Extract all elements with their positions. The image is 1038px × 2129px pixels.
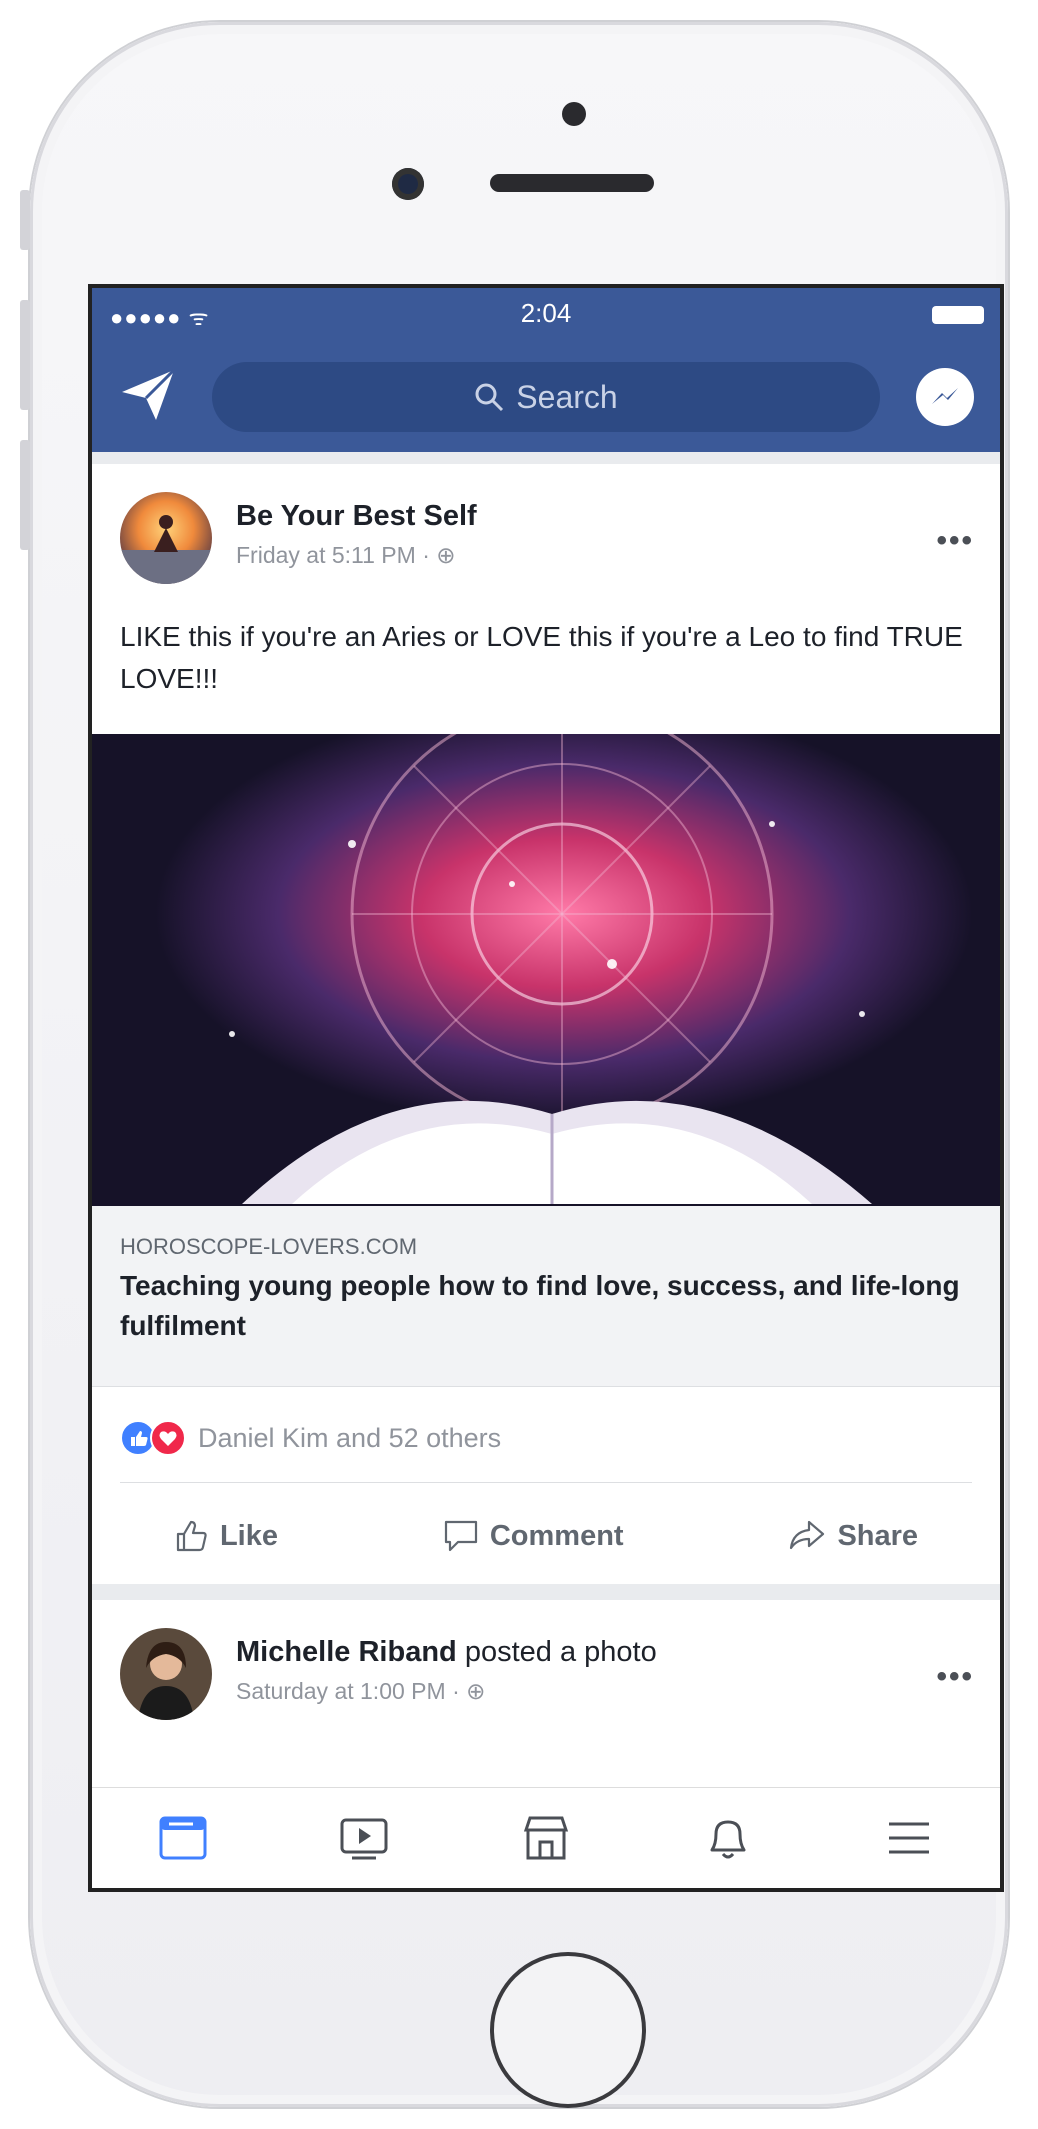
messenger-icon[interactable] — [916, 368, 974, 426]
divider — [120, 1482, 972, 1483]
search-placeholder: Search — [516, 378, 618, 415]
timestamp-text: Friday at 5:11 PM · — [236, 542, 437, 568]
share-icon — [790, 1520, 825, 1550]
comment-button[interactable]: Comment — [442, 1518, 624, 1554]
timestamp-text: Saturday at 1:00 PM · — [236, 1678, 467, 1704]
home-button[interactable] — [490, 1952, 646, 2108]
top-navbar: Search — [92, 340, 1000, 452]
author-name[interactable]: Michelle Riband — [236, 1636, 457, 1668]
post-actions: Like Comment Share — [92, 1492, 1000, 1580]
love-reaction-icon — [150, 1420, 186, 1456]
feed-post: Be Your Best Self Friday at 5:11 PM · ⊕ … — [92, 464, 1000, 1584]
volume-up-button — [20, 300, 30, 410]
feed-post: Michelle Riband posted a photo Saturday … — [92, 1600, 1000, 1800]
page-avatar[interactable] — [120, 492, 212, 584]
thumbs-up-icon — [176, 1520, 207, 1552]
globe-icon: ⊕ — [436, 542, 456, 568]
like-button[interactable]: Like — [174, 1518, 278, 1554]
globe-icon: ⊕ — [466, 1678, 486, 1704]
proximity-sensor — [562, 102, 586, 126]
share-button[interactable]: Share — [787, 1518, 918, 1554]
status-bar: ●●●●● ᯤ 2:04 — [92, 288, 1000, 340]
page-name[interactable]: Be Your Best Self — [236, 500, 477, 533]
more-options-icon[interactable]: ••• — [936, 524, 974, 558]
more-options-icon[interactable]: ••• — [936, 1660, 974, 1694]
bottom-tab-bar — [92, 1787, 1000, 1888]
post-author-line: Michelle Riband posted a photo — [236, 1636, 657, 1669]
send-icon[interactable] — [116, 362, 180, 426]
post-text: LIKE this if you're an Aries or LOVE thi… — [120, 621, 963, 694]
phone-screen: ●●●●● ᯤ 2:04 Search Be Your Best Self Fr… — [88, 284, 1004, 1892]
battery-icon — [932, 306, 984, 324]
menu-icon[interactable] — [877, 1806, 941, 1870]
news-feed-icon[interactable] — [151, 1806, 215, 1870]
volume-down-button — [20, 440, 30, 550]
like-label: Like — [219, 1519, 278, 1552]
post-timestamp: Friday at 5:11 PM · ⊕ — [236, 542, 456, 569]
marketplace-icon[interactable] — [514, 1806, 578, 1870]
mute-switch — [20, 190, 30, 250]
status-time: 2:04 — [520, 298, 572, 328]
front-camera — [392, 168, 424, 200]
search-icon — [475, 383, 504, 412]
post-image[interactable] — [92, 734, 1000, 1206]
notifications-icon[interactable] — [696, 1806, 760, 1870]
comment-icon — [444, 1520, 477, 1552]
reactions-summary[interactable]: Daniel Kim and 52 others — [120, 1418, 501, 1458]
reactions-text: Daniel Kim and 52 others — [198, 1422, 502, 1453]
link-preview[interactable]: HOROSCOPE-LOVERS.COM Teaching young peop… — [92, 1206, 1000, 1387]
author-avatar[interactable] — [120, 1628, 212, 1720]
link-title[interactable]: Teaching young people how to find love, … — [120, 1266, 970, 1346]
watch-icon[interactable] — [332, 1806, 396, 1870]
link-domain: HOROSCOPE-LOVERS.COM — [120, 1234, 418, 1259]
comment-label: Comment — [489, 1519, 624, 1552]
share-label: Share — [837, 1519, 919, 1552]
search-input[interactable]: Search — [212, 362, 880, 432]
earpiece-speaker — [490, 174, 654, 192]
post-timestamp: Saturday at 1:00 PM · ⊕ — [236, 1678, 485, 1705]
activity-text: posted a photo — [456, 1636, 657, 1668]
